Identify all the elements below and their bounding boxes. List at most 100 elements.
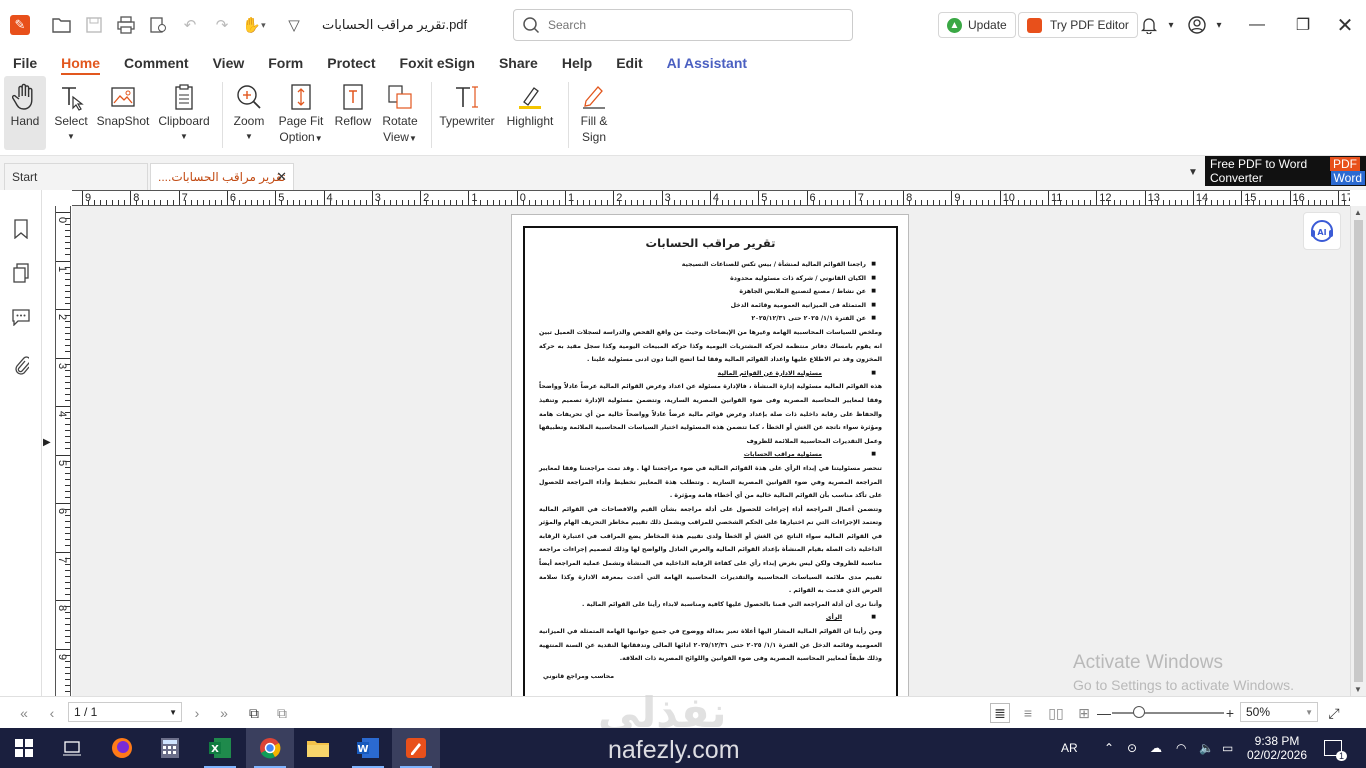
- single-page-view-icon[interactable]: ≣: [990, 703, 1010, 723]
- chrome-icon[interactable]: [246, 728, 294, 768]
- menu-file[interactable]: File: [13, 55, 37, 71]
- wifi-icon[interactable]: ◠: [1176, 728, 1186, 768]
- zoom-out-icon[interactable]: —: [1094, 703, 1114, 723]
- close-button[interactable]: ✕: [1330, 10, 1360, 40]
- zoom-slider-track[interactable]: [1112, 712, 1224, 714]
- tab-close-icon[interactable]: ✕: [276, 169, 287, 185]
- typewriter-button[interactable]: Typewriter: [436, 76, 498, 150]
- expand-panel-icon[interactable]: ▶: [43, 437, 53, 451]
- customize-toolbar-icon[interactable]: ▽: [282, 13, 306, 37]
- ruler-minor-tick: [305, 200, 307, 205]
- menu-view[interactable]: View: [213, 55, 245, 71]
- menu-share[interactable]: Share: [499, 55, 538, 71]
- excel-icon[interactable]: X: [196, 728, 244, 768]
- tab-start[interactable]: Start: [4, 163, 148, 190]
- zoom-dropdown-icon[interactable]: ▼: [245, 130, 253, 144]
- zoom-dropdown-icon[interactable]: ▼: [1305, 708, 1313, 717]
- search-box[interactable]: [513, 9, 853, 41]
- vertical-scrollbar[interactable]: ▲ ▼: [1350, 206, 1366, 696]
- file-explorer-icon[interactable]: [294, 728, 342, 768]
- tray-overflow-icon[interactable]: ⌃: [1104, 728, 1114, 768]
- next-view-icon[interactable]: ⧉: [272, 703, 292, 723]
- tray-app-icon[interactable]: ⊙: [1127, 728, 1137, 768]
- pages-icon[interactable]: [11, 262, 31, 284]
- menu-help[interactable]: Help: [562, 55, 592, 71]
- zoom-level-field[interactable]: 50% ▼: [1240, 702, 1318, 722]
- previous-view-icon[interactable]: ⧉: [244, 703, 264, 723]
- continuous-facing-view-icon[interactable]: ⊞: [1074, 703, 1094, 723]
- ruler-minor-tick: [655, 200, 657, 205]
- bookmark-icon[interactable]: [11, 218, 31, 240]
- ai-assistant-floating-button[interactable]: AI: [1303, 212, 1341, 250]
- battery-icon[interactable]: ▭: [1222, 728, 1233, 768]
- try-pdf-editor-button[interactable]: Try PDF Editor: [1018, 12, 1138, 38]
- search-input[interactable]: [548, 18, 828, 32]
- update-button[interactable]: ▲ Update: [938, 12, 1016, 38]
- undo-icon[interactable]: ↶: [178, 13, 202, 37]
- rotate-view-button[interactable]: Rotate View▼: [377, 76, 423, 150]
- word-icon[interactable]: W: [344, 728, 392, 768]
- export-icon[interactable]: [146, 13, 170, 37]
- select-tool-button[interactable]: Select ▼: [50, 76, 92, 150]
- minimize-button[interactable]: —: [1242, 10, 1272, 40]
- page-dropdown-icon[interactable]: ▼: [169, 708, 177, 717]
- select-dropdown-icon[interactable]: ▼: [67, 130, 75, 144]
- menu-edit[interactable]: Edit: [616, 55, 642, 71]
- zoom-button[interactable]: Zoom ▼: [227, 76, 271, 150]
- full-screen-icon[interactable]: ⤢: [1324, 703, 1344, 723]
- open-folder-icon[interactable]: [50, 13, 74, 37]
- hand-tool-button[interactable]: Hand: [4, 76, 46, 150]
- hand-mode-icon[interactable]: ✋ ▾: [242, 13, 266, 37]
- page-fit-option-label: Option▼: [279, 130, 323, 144]
- facing-view-icon[interactable]: ▯▯: [1046, 703, 1066, 723]
- tab-list-dropdown-icon[interactable]: ▼: [1188, 167, 1198, 178]
- last-page-icon[interactable]: »: [214, 703, 234, 723]
- menu-form[interactable]: Form: [268, 55, 303, 71]
- menu-protect[interactable]: Protect: [327, 55, 375, 71]
- zoom-slider-thumb[interactable]: [1133, 706, 1145, 718]
- scroll-up-arrow-icon[interactable]: ▲: [1354, 208, 1362, 217]
- firefox-icon[interactable]: [98, 728, 146, 768]
- document-canvas[interactable]: تقرير مراقب الحسابات راجعنا القوائم الما…: [72, 206, 1350, 696]
- ruler-minor-tick: [927, 200, 929, 205]
- save-icon[interactable]: [82, 13, 106, 37]
- menu-home[interactable]: Home: [61, 55, 100, 75]
- reflow-button[interactable]: Reflow: [331, 76, 375, 150]
- zoom-in-icon[interactable]: +: [1220, 703, 1240, 723]
- attachment-icon[interactable]: [11, 354, 31, 376]
- fill-and-sign-button[interactable]: Fill & Sign: [571, 76, 617, 150]
- menu-foxit-esign[interactable]: Foxit eSign: [399, 55, 474, 71]
- volume-icon[interactable]: 🔈: [1199, 728, 1214, 768]
- first-page-icon[interactable]: «: [14, 703, 34, 723]
- ruler-minor-tick: [800, 200, 802, 205]
- tab-document[interactable]: تقرير مراقب الحسابات.... ✕: [150, 163, 294, 190]
- redo-icon[interactable]: ↷: [210, 13, 234, 37]
- foxit-reader-taskbar-icon[interactable]: [392, 728, 440, 768]
- clipboard-dropdown-icon[interactable]: ▼: [180, 130, 188, 144]
- menu-ai-assistant[interactable]: AI Assistant: [667, 55, 747, 71]
- highlight-button[interactable]: Highlight: [500, 76, 560, 150]
- clock[interactable]: 9:38 PM 02/02/2026: [1247, 728, 1307, 768]
- ruler-minor-tick: [752, 200, 754, 205]
- windows-start-icon[interactable]: [0, 728, 48, 768]
- restore-button[interactable]: ❐: [1288, 10, 1318, 40]
- menu-comment[interactable]: Comment: [124, 55, 189, 71]
- snapshot-button[interactable]: SnapShot: [94, 76, 152, 150]
- continuous-view-icon[interactable]: ≡: [1018, 703, 1038, 723]
- comments-icon[interactable]: [11, 306, 31, 328]
- input-language[interactable]: AR: [1061, 728, 1078, 768]
- clipboard-button[interactable]: Clipboard ▼: [154, 76, 214, 150]
- page-number-field[interactable]: 1 / 1 ▼: [68, 702, 182, 722]
- previous-page-icon[interactable]: ‹: [42, 703, 62, 723]
- scroll-down-arrow-icon[interactable]: ▼: [1354, 685, 1362, 694]
- notifications-icon[interactable]: 1: [1324, 728, 1347, 768]
- next-page-icon[interactable]: ›: [187, 703, 207, 723]
- print-icon[interactable]: [114, 13, 138, 37]
- page-fit-option-button[interactable]: Page Fit Option▼: [273, 76, 329, 150]
- tray-security-icon[interactable]: ☁: [1150, 728, 1162, 768]
- scroll-thumb[interactable]: [1354, 220, 1363, 682]
- calculator-icon[interactable]: [146, 728, 194, 768]
- task-view-icon[interactable]: [48, 728, 96, 768]
- account-dropdown-icon[interactable]: ▾: [1204, 10, 1234, 40]
- pdf-to-word-ad[interactable]: Free PDF to Word Converter PDF Word: [1205, 156, 1366, 186]
